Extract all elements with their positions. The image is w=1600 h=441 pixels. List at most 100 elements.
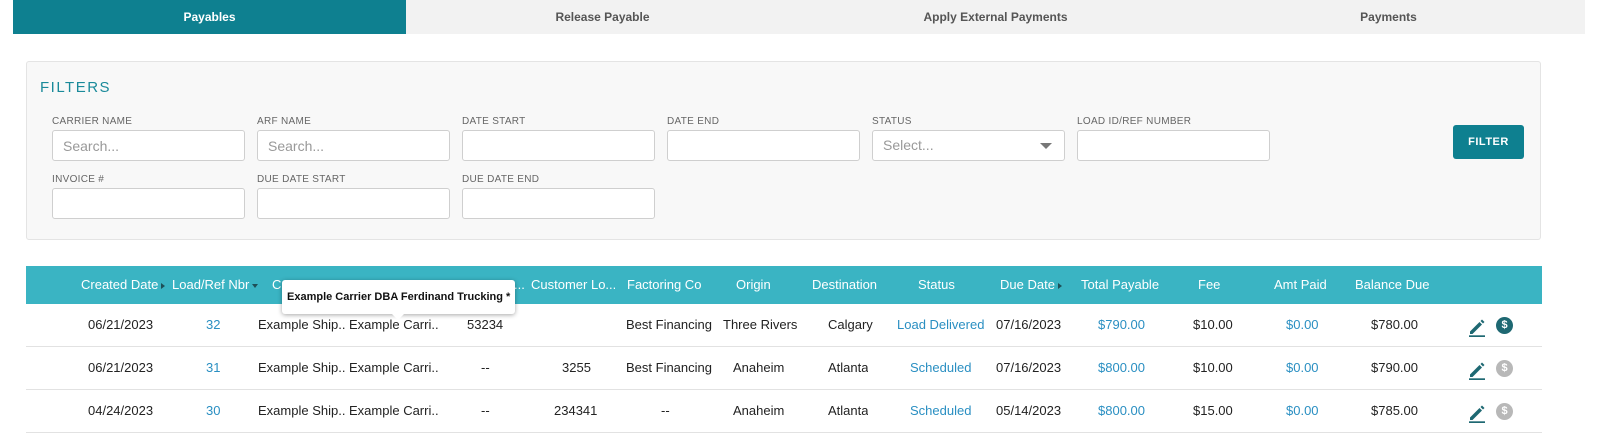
chevron-down-icon [1040,143,1052,149]
col-load-ref[interactable]: Load/Ref Nbr [172,266,259,304]
pencil-icon[interactable] [1467,317,1487,337]
invoice-label: INVOICE # [52,174,105,185]
cell-balance-due: $785.00 [1371,403,1418,418]
col-created-date[interactable]: Created Date [81,266,166,304]
cell-carrier[interactable]: Example Carri... [349,347,439,389]
status-select[interactable]: Select... [872,130,1065,161]
cell-status-link[interactable]: Scheduled [910,390,971,432]
date-start-input[interactable] [462,130,655,161]
col-shipper[interactable]: C [272,266,281,304]
col-due-date[interactable]: Due Date [1000,266,1062,304]
invoice-field: INVOICE # [52,174,245,219]
load-id-input[interactable] [1077,130,1270,161]
carrier-tooltip: Example Carrier DBA Ferdinand Trucking * [282,280,515,320]
date-end-label: DATE END [667,116,720,127]
cell-factoring-co: Best Financing [626,360,712,375]
due-date-end-label: DUE DATE END [462,174,540,185]
cell-status-link[interactable]: Load Delivered [897,304,984,346]
cell-created-date: 06/21/2023 [88,317,154,332]
date-start-field: DATE START [462,116,655,161]
date-end-field: DATE END [667,116,860,161]
carrier-name-input[interactable] [52,130,245,161]
col-due-date-label: Due Date [1000,277,1055,292]
cell-load-number: -- [481,360,490,375]
date-end-input[interactable] [667,130,860,161]
cell-total-payable-link[interactable]: $800.00 [1098,390,1145,432]
cell-customer-lo: 3255 [562,360,591,375]
col-load-number[interactable]: ... [514,266,525,304]
col-fee[interactable]: Fee [1198,266,1220,304]
date-start-label: DATE START [462,116,526,127]
invoice-input[interactable] [52,188,245,219]
arf-name-label: ARF NAME [257,116,312,127]
cell-destination: Atlanta [828,403,869,418]
carrier-name-field: CARRIER NAME [52,116,245,161]
due-date-start-input[interactable] [257,188,450,219]
cell-amt-paid-link[interactable]: $0.00 [1286,304,1319,346]
cell-total-payable-link[interactable]: $790.00 [1098,304,1145,346]
col-destination[interactable]: Destination [812,266,877,304]
pencil-icon[interactable] [1467,403,1487,423]
dollar-circle-icon[interactable]: $ [1496,317,1513,334]
col-factoring-co[interactable]: Factoring Co [627,266,701,304]
due-date-start-label: DUE DATE START [257,174,346,185]
dollar-circle-icon: $ [1496,360,1513,377]
tab-payments[interactable]: Payments [1192,0,1585,34]
table-row: 06/21/2023 32 Example Ship... Example Ca… [26,304,1542,347]
cell-balance-due: $790.00 [1371,360,1418,375]
status-label: STATUS [872,116,912,127]
cell-amt-paid-link[interactable]: $0.00 [1286,347,1319,389]
cell-load-ref-link[interactable]: 30 [206,390,220,432]
cell-amt-paid-link[interactable]: $0.00 [1286,390,1319,432]
cell-total-payable-link[interactable]: $800.00 [1098,347,1145,389]
col-status[interactable]: Status [918,266,955,304]
tab-bar: Payables Release Payable Apply External … [13,0,1585,34]
cell-due-date: 05/14/2023 [996,403,1062,418]
sort-arrow-icon [1057,282,1062,289]
tooltip-text: Example Carrier DBA Ferdinand Trucking * [287,291,511,303]
dollar-circle-icon: $ [1496,403,1513,420]
tab-apply-external-payments[interactable]: Apply External Payments [799,0,1192,34]
table-row: 04/24/2023 30 Example Ship... Example Ca… [26,390,1542,433]
col-origin[interactable]: Origin [736,266,771,304]
table-header: Created Date Load/Ref Nbr C ... Customer… [26,266,1542,304]
due-date-start-field: DUE DATE START [257,174,450,219]
cell-origin: Anaheim [733,403,785,418]
sort-arrow-icon [161,282,166,289]
tab-payables[interactable]: Payables [13,0,406,34]
load-id-label: LOAD ID/REF NUMBER [1077,116,1192,127]
pencil-icon[interactable] [1467,360,1487,380]
tab-release-payable[interactable]: Release Payable [406,0,799,34]
col-total-payable[interactable]: Total Payable [1081,266,1159,304]
table-row: 06/21/2023 31 Example Ship... Example Ca… [26,347,1542,390]
status-field: STATUS Select... [872,116,1065,161]
load-id-field: LOAD ID/REF NUMBER [1077,116,1270,161]
cell-due-date: 07/16/2023 [996,360,1062,375]
cell-carrier[interactable]: Example Carri... [349,390,439,432]
cell-fee: $10.00 [1193,360,1233,375]
col-balance-due[interactable]: Balance Due [1355,266,1429,304]
sort-arrow-icon [252,283,259,288]
arf-name-input[interactable] [257,130,450,161]
cell-load-ref-link[interactable]: 31 [206,347,220,389]
cell-shipper: Example Ship... [258,360,346,375]
carrier-name-label: CARRIER NAME [52,116,133,127]
cell-balance-due: $780.00 [1371,317,1418,332]
due-date-end-input[interactable] [462,188,655,219]
tooltip-arrow [392,314,404,320]
col-load-ref-label: Load/Ref Nbr [172,277,250,292]
cell-customer-lo: 234341 [554,403,598,418]
col-customer-lo[interactable]: Customer Lo... [531,266,615,304]
cell-destination: Atlanta [828,360,869,375]
cell-load-ref-link[interactable]: 32 [206,304,220,346]
cell-destination: Calgary [828,317,873,332]
cell-origin: Three Rivers [723,317,798,332]
cell-load-number: -- [481,403,490,418]
cell-created-date: 04/24/2023 [88,403,154,418]
filters-panel: FILTERS CARRIER NAME ARF NAME DATE START… [26,61,1541,240]
col-amt-paid[interactable]: Amt Paid [1274,266,1327,304]
cell-due-date: 07/16/2023 [996,317,1062,332]
filter-button[interactable]: FILTER [1453,125,1524,159]
cell-status-link[interactable]: Scheduled [910,347,971,389]
cell-fee: $10.00 [1193,317,1233,332]
